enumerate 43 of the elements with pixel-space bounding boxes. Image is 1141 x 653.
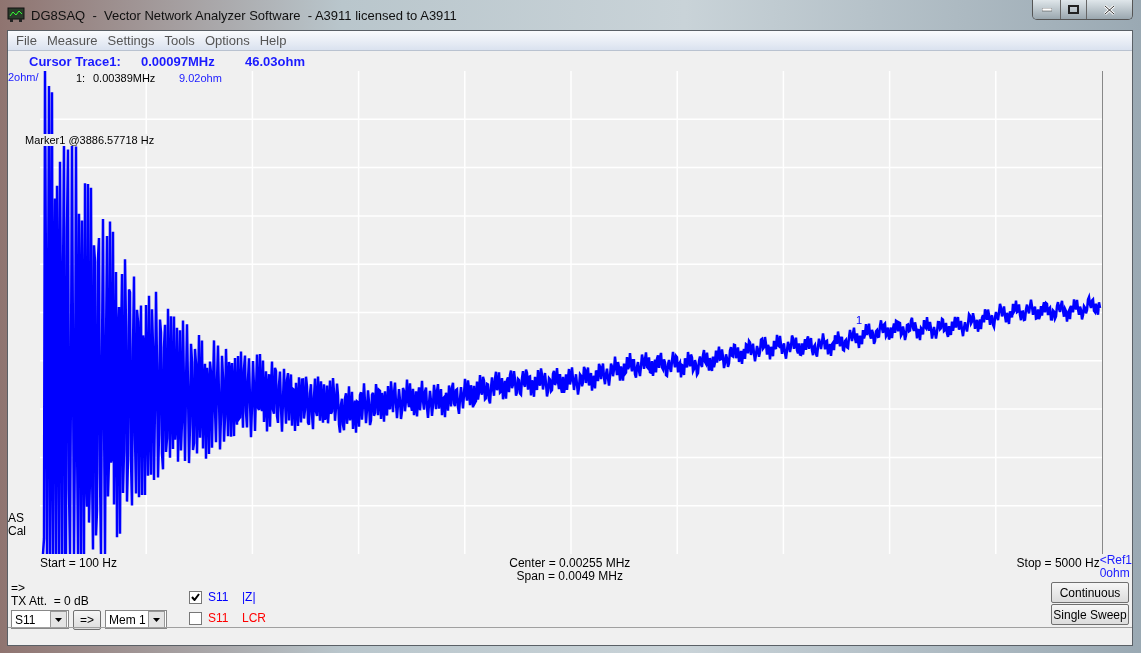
marker-label: Marker1 @3886.57718 Hz (25, 134, 155, 146)
cursor-frequency: 0.00097MHz (141, 53, 216, 69)
trace-format: LCR (242, 611, 266, 625)
window-title: DG8SAQ - Vector Network Analyzer Software - A3911 licensed to A3911 (31, 7, 458, 23)
menu-item[interactable]: Tools (160, 33, 201, 48)
marker-value: 9.02ohm (179, 72, 222, 84)
tx-attenuation: TX Att. = 0 dB (11, 595, 90, 608)
trace-parameter: S11 (208, 611, 230, 625)
close-button[interactable] (1086, 0, 1132, 19)
menu-item[interactable]: File (12, 33, 43, 48)
marker-index: 1: (76, 72, 86, 84)
menu-item[interactable]: Measure (42, 33, 104, 48)
cursor-label: Cursor Trace1: (29, 53, 122, 69)
scale-label: 2ohm/ (8, 71, 39, 83)
marker-number: 1 (856, 314, 863, 326)
span-frequency: Span = 0.0049 MHz (516, 570, 623, 583)
menu-item[interactable]: Help (255, 33, 293, 48)
trace-checkbox[interactable] (189, 590, 202, 604)
start-frequency: Start = 100 Hz (40, 557, 118, 570)
sweep-button[interactable]: Single Sweep (1051, 604, 1129, 625)
reference-label: <Ref1 (1099, 554, 1132, 567)
stop-frequency: Stop = 5000 Hz (1016, 557, 1100, 570)
menu-item[interactable]: Settings (103, 33, 161, 48)
memory-dropdown[interactable]: Mem 1 (105, 610, 167, 629)
minimize-icon (1041, 7, 1052, 12)
marker-frequency: 0.00389MHz (93, 72, 156, 84)
cal-status: Cal (8, 525, 27, 538)
maximize-button[interactable] (1060, 0, 1086, 19)
center-frequency: Center = 0.00255 MHz (509, 557, 631, 570)
sweep-button[interactable]: Continuous (1051, 582, 1129, 603)
maximize-icon (1068, 5, 1079, 14)
close-icon (1104, 4, 1115, 15)
parameter-dropdown[interactable]: S11 (11, 610, 69, 629)
trace-parameter: S11 (208, 590, 230, 604)
menu-item[interactable]: Options (200, 33, 256, 48)
app-icon (7, 7, 25, 23)
reference-label: 0ohm (1099, 567, 1130, 580)
copy-button[interactable]: => (73, 610, 101, 630)
arrow-label: => (11, 582, 26, 595)
cursor-value: 46.03ohm (245, 53, 306, 69)
cal-status: AS (8, 512, 25, 525)
trace-checkbox[interactable] (189, 611, 202, 625)
trace-format: |Z| (242, 590, 256, 604)
